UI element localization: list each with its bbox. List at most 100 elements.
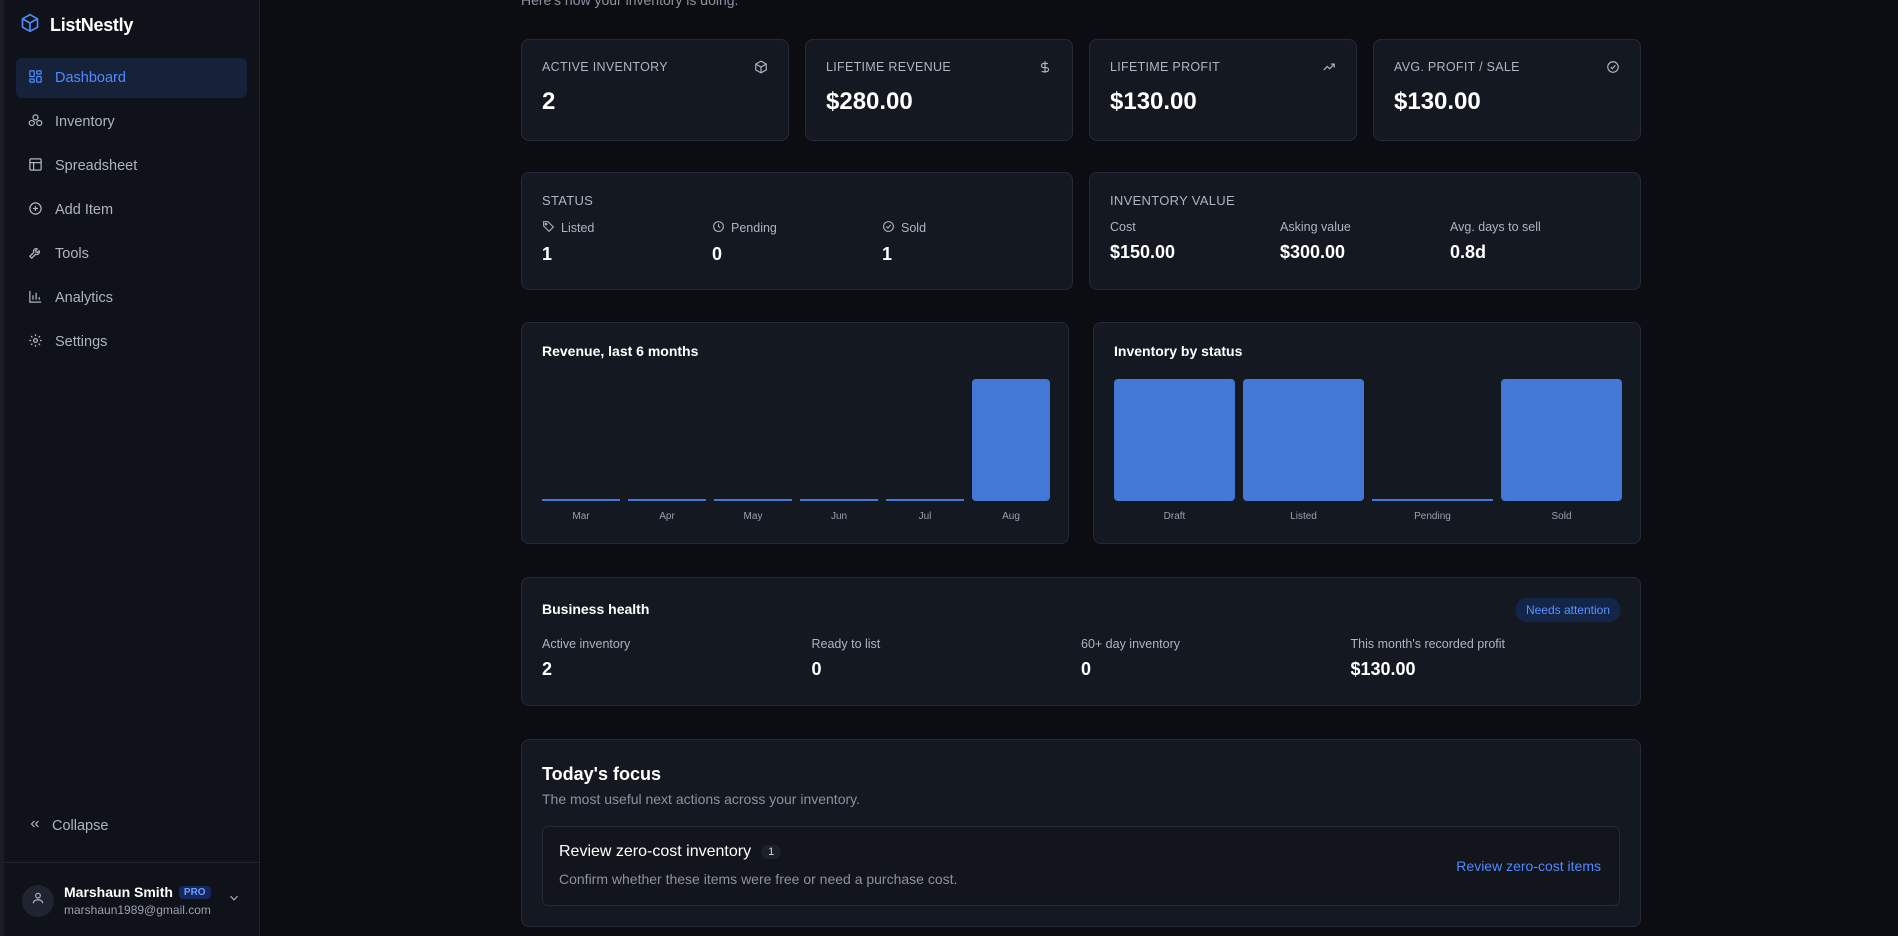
user-menu[interactable]: Marshaun Smith PRO marshaun1989@gmail.co… [4, 862, 259, 936]
stat-label: LIFETIME REVENUE [826, 60, 951, 74]
x-tick-label: Sold [1551, 511, 1571, 522]
value-asking: Asking value $300.00 [1280, 220, 1450, 263]
status-badge: Needs attention [1515, 598, 1620, 622]
stat-card-avg-profit: AVG. PROFIT / SALE $130.00 [1373, 39, 1641, 141]
trending-up-icon [1322, 60, 1336, 79]
main-content: Here's how your inventory is doing. ACTI… [260, 0, 1898, 936]
chart-bar-aug[interactable] [972, 379, 1050, 501]
value-label: Cost [1110, 220, 1136, 234]
collapse-button[interactable]: Collapse [4, 806, 259, 846]
x-tick-label: Mar [572, 511, 590, 522]
sidebar-item-label: Inventory [55, 114, 115, 130]
x-tick-label: Listed [1290, 511, 1317, 522]
chart-title: Revenue, last 6 months [542, 343, 699, 359]
chart-bar-mar[interactable] [542, 499, 620, 501]
business-health-card: Business health Needs attention Active i… [521, 577, 1641, 706]
status-value: 0 [712, 244, 723, 264]
dollar-icon [1038, 60, 1052, 79]
health-metric: Active inventory 2 [542, 637, 812, 680]
check-circle-icon [1606, 60, 1620, 79]
status-listed: Listed 1 [542, 220, 712, 265]
health-metric: This month's recorded profit $130.00 [1351, 637, 1621, 680]
review-zero-cost-link[interactable]: Review zero-cost items [1456, 858, 1601, 874]
stat-value: $130.00 [1110, 88, 1197, 115]
user-name: Marshaun Smith [64, 884, 173, 900]
health-value: 2 [542, 659, 553, 679]
health-label: 60+ day inventory [1081, 637, 1181, 651]
task-title: Review zero-cost inventory [559, 843, 752, 860]
value-label: Asking value [1280, 220, 1351, 234]
chart-bar-jul[interactable] [886, 499, 964, 501]
status-value: 1 [542, 244, 553, 264]
app-name: ListNestly [50, 14, 134, 35]
page-subtitle: Here's how your inventory is doing. [521, 0, 739, 8]
sidebar-item-label: Settings [55, 334, 108, 350]
sidebar-item-spreadsheet[interactable]: Spreadsheet [16, 146, 247, 186]
value-days: Avg. days to sell 0.8d [1450, 220, 1620, 263]
health-value: $130.00 [1350, 659, 1416, 679]
sidebar-item-inventory[interactable]: Inventory [16, 102, 247, 142]
health-value: 0 [811, 659, 822, 679]
x-tick-label: Apr [659, 511, 675, 522]
logo-cube-icon [20, 13, 40, 38]
sidebar-item-label: Spreadsheet [55, 158, 138, 174]
status-card: STATUS Listed 1 Pending 0 Sold 1 [521, 172, 1073, 290]
chart-bar-jun[interactable] [800, 499, 878, 501]
x-tick-label: Draft [1164, 511, 1186, 522]
chart-bar-sold[interactable] [1501, 379, 1622, 501]
task-description: Confirm whether these items were free or… [559, 871, 958, 887]
sidebar-item-dashboard[interactable]: Dashboard [16, 58, 247, 98]
clock-icon [712, 220, 725, 236]
plus-circle-icon [28, 201, 43, 220]
boxes-icon [28, 113, 43, 132]
box-icon [754, 60, 768, 79]
stat-value: $280.00 [826, 88, 913, 115]
health-metric: Ready to list 0 [812, 637, 1082, 680]
value-amount: $300.00 [1280, 242, 1346, 262]
sidebar-item-analytics[interactable]: Analytics [16, 278, 247, 318]
focus-subtitle: The most useful next actions across your… [542, 791, 860, 807]
chart-bar-apr[interactable] [628, 499, 706, 501]
stat-label: ACTIVE INVENTORY [542, 60, 668, 74]
value-label: Avg. days to sell [1450, 220, 1541, 234]
status-label: Pending [731, 221, 777, 235]
inventory-value-card: INVENTORY VALUE Cost $150.00 Asking valu… [1089, 172, 1641, 290]
sidebar-item-tools[interactable]: Tools [16, 234, 247, 274]
status-label: Sold [901, 221, 927, 235]
focus-title: Today's focus [542, 764, 661, 784]
bar-chart-icon [28, 289, 43, 308]
wrench-icon [28, 245, 43, 264]
health-label: Ready to list [811, 637, 881, 651]
collapse-label: Collapse [52, 818, 109, 834]
status-label: Listed [561, 221, 595, 235]
check-circle-icon [882, 220, 895, 236]
stat-card-lifetime-profit: LIFETIME PROFIT $130.00 [1089, 39, 1357, 141]
revenue-chart-card: Revenue, last 6 months Mar Apr May Jun Jul Au… [521, 322, 1069, 544]
status-value: 1 [882, 244, 893, 264]
brand[interactable]: ListNestly [4, 0, 259, 50]
chart-bar-pending[interactable] [1372, 499, 1493, 501]
user-icon [31, 891, 45, 910]
sidebar-item-label: Dashboard [55, 70, 126, 86]
inventory-status-chart: Draft Listed Pending Sold [1114, 379, 1622, 522]
grid-icon [28, 69, 43, 88]
sidebar-item-add-item[interactable]: Add Item [16, 190, 247, 230]
status-pending: Pending 0 [712, 220, 882, 265]
chevron-down-icon[interactable] [227, 891, 241, 910]
sidebar-item-label: Tools [55, 246, 89, 262]
table-icon [28, 157, 43, 176]
revenue-chart: Mar Apr May Jun Jul Aug [542, 379, 1050, 522]
sidebar-item-label: Analytics [55, 290, 114, 306]
sidebar-footer: Collapse Marshaun Smith PRO marshaun1989… [4, 806, 259, 936]
sidebar: ListNestly Dashboard Inventory Spreadshe… [0, 0, 260, 936]
chart-bar-listed[interactable] [1243, 379, 1364, 501]
value-amount: 0.8d [1450, 242, 1487, 262]
health-title: Business health [542, 601, 650, 617]
chevrons-left-icon [28, 817, 42, 835]
user-email: marshaun1989@gmail.com [64, 903, 211, 917]
sidebar-item-settings[interactable]: Settings [16, 322, 247, 362]
chart-bar-draft[interactable] [1114, 379, 1235, 501]
x-tick-label: Jul [919, 511, 932, 522]
chart-bar-may[interactable] [714, 499, 792, 501]
stat-label: LIFETIME PROFIT [1110, 60, 1221, 74]
